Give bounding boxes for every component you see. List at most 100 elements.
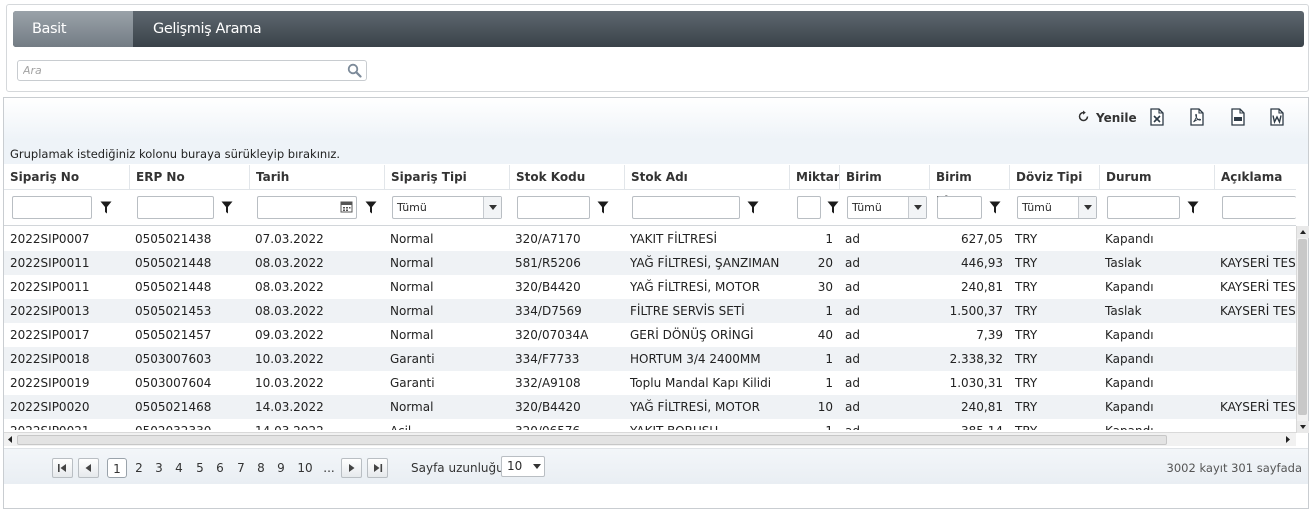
- page-ellipsis[interactable]: ...: [322, 458, 336, 478]
- scroll-right-arrow-icon[interactable]: [1282, 433, 1294, 449]
- filter-birim-fiyat-input[interactable]: [937, 196, 982, 219]
- table-cell: Kapandı: [1105, 280, 1154, 294]
- filter-stok-kodu-funnel-icon[interactable]: [597, 201, 609, 214]
- table-cell: 581/R5206: [515, 256, 581, 270]
- grid-horizontal-scrollbar[interactable]: [4, 432, 1296, 446]
- col-header-siparis-tipi[interactable]: Sipariş Tipi: [384, 165, 509, 189]
- group-drop-area[interactable]: Gruplamak istediğiniz kolonu buraya sürü…: [4, 140, 1308, 164]
- calendar-icon[interactable]: [340, 200, 353, 213]
- page-number-1[interactable]: 1: [107, 458, 127, 478]
- page-number-4[interactable]: 4: [172, 458, 186, 478]
- vertical-scroll-thumb[interactable]: [1298, 239, 1307, 415]
- table-cell: 320/B4420: [515, 280, 581, 294]
- col-header-tarih[interactable]: Tarih: [249, 165, 384, 189]
- filter-aciklama-input[interactable]: [1222, 196, 1296, 219]
- page-size-select[interactable]: 10: [501, 456, 545, 477]
- filter-siparis-no-input[interactable]: [12, 196, 92, 219]
- table-row[interactable]: 2022SIP0017 0505021457 09.03.2022 Normal 320…: [4, 323, 1296, 347]
- col-header-aciklama[interactable]: Açıklama: [1214, 165, 1296, 189]
- col-header-birim[interactable]: Birim: [839, 165, 929, 189]
- last-page-button[interactable]: [367, 458, 388, 478]
- col-header-birim-fiyat[interactable]: Birim Fiyat: [929, 165, 1009, 208]
- col-header-stok-kodu[interactable]: Stok Kodu: [509, 165, 624, 189]
- table-cell: 320/06576: [509, 419, 624, 430]
- grid-vertical-scrollbar[interactable]: [1296, 226, 1309, 433]
- filter-stok-adi-funnel-icon[interactable]: [747, 201, 759, 214]
- table-cell: 7,39: [976, 328, 1003, 342]
- table-row[interactable]: 2022SIP0018 0503007603 10.03.2022 Garanti 33…: [4, 347, 1296, 371]
- prev-page-button[interactable]: [78, 458, 99, 478]
- table-row[interactable]: 2022SIP0019 0503007604 10.03.2022 Garanti 33…: [4, 371, 1296, 395]
- page-number-10[interactable]: 10: [294, 458, 316, 478]
- page-number-2[interactable]: 2: [132, 458, 146, 478]
- table-row[interactable]: 2022SIP0013 0505021453 08.03.2022 Normal 334…: [4, 299, 1296, 323]
- col-header-siparis-no[interactable]: Sipariş No: [4, 165, 129, 189]
- scroll-up-arrow-icon[interactable]: [1297, 226, 1309, 238]
- filter-birim-select[interactable]: Tümü: [847, 196, 927, 219]
- filter-miktar-funnel-icon[interactable]: [827, 201, 839, 214]
- table-cell: TRY: [1015, 400, 1038, 414]
- col-header-stok-adi[interactable]: Stok Adı: [624, 165, 789, 189]
- filter-tarih-funnel-icon[interactable]: [365, 201, 377, 214]
- word-export-icon[interactable]: [1270, 108, 1284, 126]
- table-cell: 2022SIP0019: [10, 376, 90, 390]
- filter-stok-kodu-input[interactable]: [517, 196, 590, 219]
- col-header-miktar[interactable]: Miktar: [789, 165, 840, 189]
- page-number-7[interactable]: 7: [234, 458, 248, 478]
- col-header-doviz-tipi[interactable]: Döviz Tipi: [1009, 165, 1099, 189]
- filter-siparis-tipi-select[interactable]: Tümü: [392, 196, 502, 219]
- table-row[interactable]: 2022SIP0007 0505021438 07.03.2022 Normal 320…: [4, 227, 1296, 251]
- table-cell: 2022SIP0017: [10, 328, 90, 342]
- table-cell: Kapandı: [1105, 376, 1154, 390]
- table-cell: KAYSERİ TESL: [1220, 280, 1296, 294]
- table-row[interactable]: 2022SIP0021050203233014.03.2022Acil320/0…: [4, 419, 1296, 430]
- page-number-6[interactable]: 6: [213, 458, 227, 478]
- pager-info: 3002 kayıt 301 sayfada: [1166, 461, 1302, 475]
- col-header-durum[interactable]: Durum: [1099, 165, 1214, 189]
- horizontal-scroll-thumb[interactable]: [17, 435, 1167, 445]
- table-cell: 0505021438: [135, 232, 212, 246]
- filter-birim-fiyat-funnel-icon[interactable]: [989, 201, 1001, 214]
- excel-export-icon[interactable]: [1150, 108, 1164, 126]
- table-cell: 385,14: [929, 419, 1009, 430]
- page-size-label: Sayfa uzunluğu:: [411, 461, 508, 475]
- tab-basic-search[interactable]: Basit Arama: [13, 11, 133, 73]
- csv-export-icon[interactable]: [1231, 108, 1245, 126]
- filter-doviz-tipi-select[interactable]: Tümü: [1017, 196, 1097, 219]
- page-number-3[interactable]: 3: [152, 458, 166, 478]
- filter-durum-input[interactable]: [1107, 196, 1180, 219]
- page-number-8[interactable]: 8: [254, 458, 268, 478]
- pdf-export-icon[interactable]: [1190, 108, 1204, 126]
- table-cell: 1.030,31: [949, 376, 1003, 390]
- table-cell: 1: [825, 352, 833, 366]
- table-cell: Normal: [390, 304, 434, 318]
- filter-birim-value: Tümü: [852, 201, 882, 214]
- filter-durum-funnel-icon[interactable]: [1187, 201, 1199, 214]
- scroll-left-arrow-icon[interactable]: [4, 433, 16, 449]
- col-header-erp-no[interactable]: ERP No: [129, 165, 249, 189]
- scroll-down-arrow-icon[interactable]: [1297, 421, 1309, 433]
- filter-siparis-no-funnel-icon[interactable]: [100, 201, 112, 214]
- table-cell: 1: [825, 304, 833, 318]
- filter-erp-no-funnel-icon[interactable]: [221, 201, 233, 214]
- filter-stok-adi-input[interactable]: [632, 196, 740, 219]
- tab-advanced-search[interactable]: Gelişmiş Arama: [134, 11, 280, 47]
- search-icon[interactable]: [347, 63, 362, 78]
- table-cell: 10: [817, 400, 833, 414]
- first-page-button[interactable]: [52, 458, 73, 478]
- table-cell: FİLTRE SERVİS SETİ: [630, 304, 745, 318]
- next-page-button[interactable]: [341, 458, 362, 478]
- page-number-9[interactable]: 9: [274, 458, 288, 478]
- search-input[interactable]: [18, 61, 344, 80]
- table-cell: ad: [845, 232, 860, 246]
- filter-miktar-input[interactable]: [797, 196, 821, 219]
- table-row[interactable]: 2022SIP0020 0505021468 14.03.2022 Normal 320…: [4, 395, 1296, 419]
- table-cell: ad: [845, 400, 860, 414]
- table-row[interactable]: 2022SIP0011 0505021448 08.03.2022 Normal 581…: [4, 251, 1296, 275]
- page-number-5[interactable]: 5: [193, 458, 207, 478]
- table-cell: 2022SIP0021: [4, 419, 129, 430]
- refresh-button[interactable]: Yenile: [1077, 110, 1137, 126]
- table-cell: TRY: [1015, 256, 1038, 270]
- filter-erp-no-input[interactable]: [137, 196, 214, 219]
- table-row[interactable]: 2022SIP0011 0505021448 08.03.2022 Normal 320…: [4, 275, 1296, 299]
